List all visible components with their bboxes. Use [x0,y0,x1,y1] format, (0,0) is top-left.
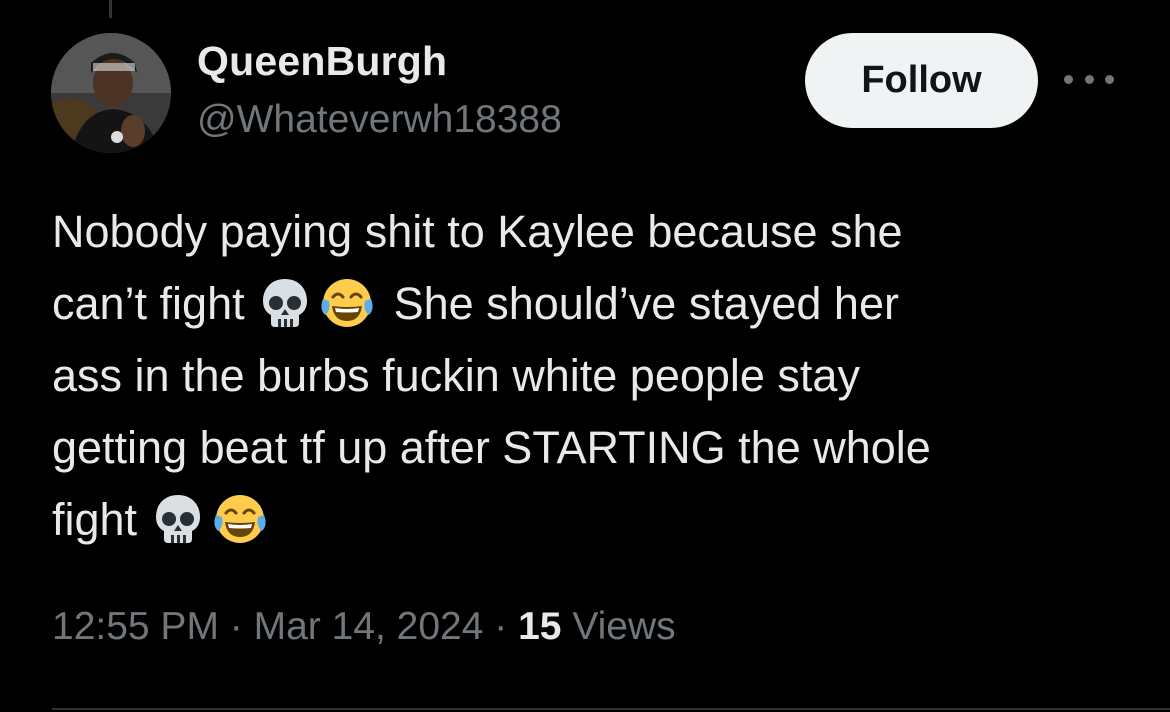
skull-emoji [257,275,313,331]
follow-button[interactable]: Follow [805,33,1038,128]
meta-separator: · [483,605,519,648]
meta-separator: · [218,605,254,648]
face-with-tears-of-joy-emoji [212,491,268,547]
thread-connector-line [109,0,112,18]
tweet-time[interactable]: 12:55 PM [52,605,219,648]
tweet-text: Nobody paying shit to Kaylee because she… [52,196,1132,556]
more-options-icon[interactable] [1064,66,1114,92]
author-display-name[interactable]: QueenBurgh [197,38,447,85]
tweet-meta: 12:55 PM · Mar 14, 2024 · 15 Views [52,605,676,649]
more-dot [1084,74,1094,84]
divider [52,708,1170,710]
tweet-date[interactable]: Mar 14, 2024 [254,605,484,648]
views-count[interactable]: 15 [518,605,561,648]
more-dot [1064,74,1073,84]
face-with-tears-of-joy-emoji [319,275,375,331]
author-avatar[interactable] [51,33,171,153]
views-label[interactable]: Views [561,605,675,648]
more-dot [1105,74,1114,84]
skull-emoji [150,491,206,547]
author-handle[interactable]: @Whateverwh18388 [197,98,562,142]
avatar-photo [51,33,171,153]
